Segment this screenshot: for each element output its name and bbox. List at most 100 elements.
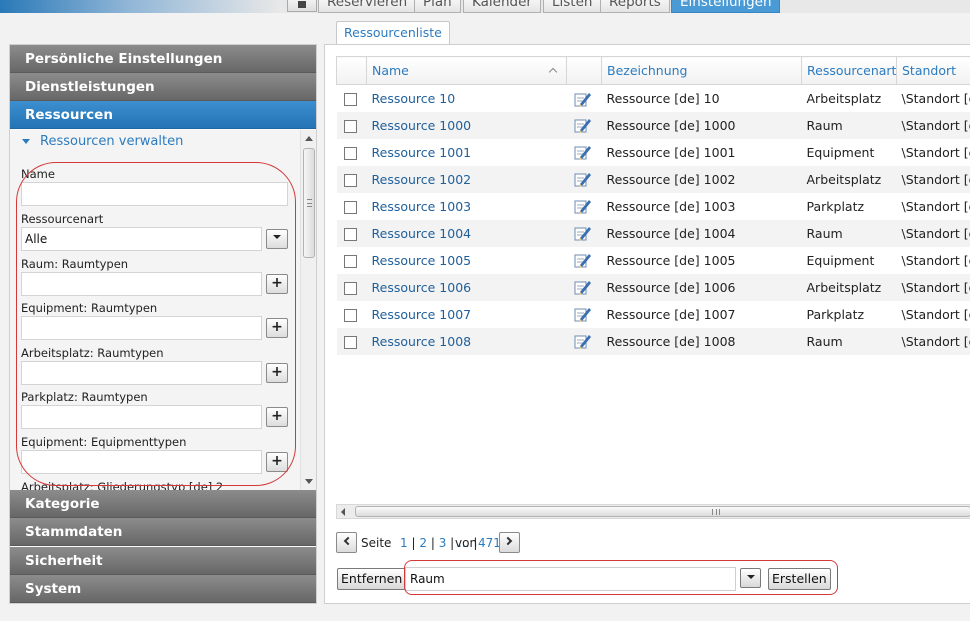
column-header-name[interactable]: Name	[366, 56, 567, 85]
resource-name-link[interactable]: Ressource 1001	[367, 139, 567, 166]
table-horizontal-scrollbar[interactable]	[336, 504, 970, 519]
resource-art-cell: Raum	[801, 111, 897, 139]
resource-list-panel: Name Bezeichnung Ressourcenart Standort …	[324, 44, 970, 604]
row-select-cell	[336, 327, 367, 355]
table-row[interactable]: Ressource 1003 Ressource [de] 1003 Parkpla…	[337, 193, 970, 220]
tab-plan[interactable]: Plan	[414, 0, 461, 13]
table-row[interactable]: Ressource 1008 Ressource [de] 1008 Raum \St…	[336, 327, 970, 355]
filter-ressourcenart-select[interactable]: Alle	[21, 227, 262, 251]
resource-name-link[interactable]: Ressource 1008	[366, 327, 567, 355]
section-dienstleistungen[interactable]: Dienstleistungen	[10, 73, 316, 101]
page-link-1[interactable]: 1	[400, 536, 408, 550]
row-checkbox[interactable]	[343, 227, 357, 241]
section-kategorie[interactable]: Kategorie	[10, 490, 316, 518]
resource-type-dropdown-button[interactable]	[740, 568, 761, 588]
tab-listen[interactable]: Listen	[543, 0, 602, 13]
horizontal-scrollbar-thumb[interactable]	[355, 506, 970, 517]
edit-icon[interactable]	[574, 91, 592, 107]
section-stammdaten[interactable]: Stammdaten	[10, 518, 316, 546]
scroll-up-icon[interactable]	[305, 136, 313, 141]
home-icon[interactable]	[287, 0, 317, 12]
resource-art-cell: Raum	[801, 219, 897, 247]
resource-name-link[interactable]: Ressource 1004	[366, 219, 567, 247]
filter-raum-raumtypen-input[interactable]	[21, 272, 262, 296]
resource-name-link[interactable]: Ressource 1006	[366, 273, 567, 301]
next-page-button[interactable]	[499, 532, 520, 553]
table-row[interactable]: Ressource 1007 Ressource [de] 1007 Parkpla…	[337, 301, 970, 328]
tab-ressourcenliste[interactable]: Ressourcenliste	[336, 21, 450, 45]
page-separator: |	[411, 536, 416, 550]
add-equipment-raumtyp-button[interactable]: +	[266, 318, 288, 338]
row-checkbox[interactable]	[343, 173, 357, 187]
table-row[interactable]: Ressource 1000 Ressource [de] 1000 Raum \St…	[336, 111, 970, 139]
filter-name-input[interactable]	[21, 182, 288, 206]
resource-type-select[interactable]: Raum	[405, 567, 736, 591]
row-checkbox[interactable]	[343, 92, 357, 106]
select-all-column[interactable]	[336, 56, 367, 85]
page-link-2[interactable]: 2	[419, 536, 427, 550]
column-header-standort[interactable]: Standort	[896, 56, 970, 85]
resource-name-link[interactable]: Ressource 1005	[367, 247, 567, 274]
subsection-ressourcen-verwalten[interactable]: Ressourcen verwalten	[22, 134, 183, 149]
page-total[interactable]: 471	[478, 536, 501, 550]
add-parkplatz-raumtyp-button[interactable]: +	[266, 407, 288, 427]
row-checkbox[interactable]	[343, 200, 357, 214]
scroll-left-icon[interactable]	[341, 508, 345, 516]
add-equipmenttyp-button[interactable]: +	[266, 452, 288, 472]
edit-icon[interactable]	[574, 252, 592, 269]
filter-equipment-equipmenttypen-input[interactable]	[21, 450, 262, 474]
row-checkbox[interactable]	[343, 146, 357, 160]
table-row[interactable]: Ressource 1002 Ressource [de] 1002 Arbeits…	[336, 165, 970, 193]
tab-reservieren[interactable]: Reservieren	[318, 0, 417, 13]
edit-icon[interactable]	[574, 117, 592, 134]
edit-icon[interactable]	[574, 306, 592, 323]
row-checkbox[interactable]	[343, 281, 357, 295]
section-persoenliche-einstellungen[interactable]: Persönliche Einstellungen	[10, 45, 316, 73]
filter-panel-scrollbar[interactable]	[300, 130, 316, 490]
edit-icon[interactable]	[574, 198, 592, 215]
table-row[interactable]: Ressource 10 Ressource [de] 10 Arbeitsplat…	[337, 85, 970, 112]
scroll-down-icon[interactable]	[305, 479, 313, 484]
row-checkbox[interactable]	[343, 254, 357, 268]
section-sicherheit[interactable]: Sicherheit	[10, 547, 316, 575]
row-select-cell	[336, 111, 367, 139]
row-checkbox[interactable]	[343, 335, 357, 349]
section-ressourcen[interactable]: Ressourcen	[10, 101, 316, 129]
row-select-cell	[336, 165, 367, 193]
table-row[interactable]: Ressource 1001 Ressource [de] 1001 Equipme…	[337, 139, 970, 166]
filter-parkplatz-raumtypen-input[interactable]	[21, 405, 262, 429]
column-header-ressourcenart[interactable]: Ressourcenart	[801, 56, 897, 85]
ressourcenart-dropdown-button[interactable]	[266, 229, 288, 249]
filter-arbeitsplatz-raumtypen-input[interactable]	[21, 361, 262, 385]
filter-equipment-raumtypen-input[interactable]	[21, 316, 262, 340]
edit-icon[interactable]	[574, 171, 592, 188]
section-system[interactable]: System	[10, 575, 316, 603]
sort-ascending-icon[interactable]	[548, 67, 558, 77]
create-button[interactable]: Erstellen	[768, 568, 831, 590]
resource-name-link[interactable]: Ressource 1003	[367, 193, 567, 220]
resource-art-cell: Raum	[801, 327, 897, 355]
table-row[interactable]: Ressource 1005 Ressource [de] 1005 Equipme…	[337, 247, 970, 274]
remove-button[interactable]: Entfernen	[337, 568, 407, 590]
table-row[interactable]: Ressource 1004 Ressource [de] 1004 Raum \St…	[336, 219, 970, 247]
edit-icon[interactable]	[574, 279, 592, 296]
resource-name-link[interactable]: Ressource 1007	[367, 301, 567, 328]
edit-icon[interactable]	[574, 225, 592, 242]
resource-name-link[interactable]: Ressource 1002	[366, 165, 567, 193]
row-checkbox[interactable]	[343, 119, 357, 133]
tab-kalender[interactable]: Kalender	[463, 0, 541, 13]
resource-name-link[interactable]: Ressource 10	[367, 85, 567, 112]
resource-name-link[interactable]: Ressource 1000	[366, 111, 567, 139]
column-header-bezeichnung[interactable]: Bezeichnung	[601, 56, 802, 85]
table-row[interactable]: Ressource 1006 Ressource [de] 1006 Arbeits…	[336, 273, 970, 301]
add-arbeitsplatz-raumtyp-button[interactable]: +	[266, 363, 288, 383]
tab-einstellungen[interactable]: Einstellungen	[671, 0, 780, 13]
add-raum-raumtyp-button[interactable]: +	[266, 274, 288, 294]
edit-icon[interactable]	[574, 144, 592, 161]
scrollbar-thumb[interactable]	[303, 148, 315, 258]
tab-reports[interactable]: Reports	[600, 0, 670, 13]
previous-page-button[interactable]	[336, 532, 357, 553]
edit-icon[interactable]	[574, 333, 592, 350]
row-checkbox[interactable]	[343, 308, 357, 322]
page-link-3[interactable]: 3	[439, 536, 447, 550]
